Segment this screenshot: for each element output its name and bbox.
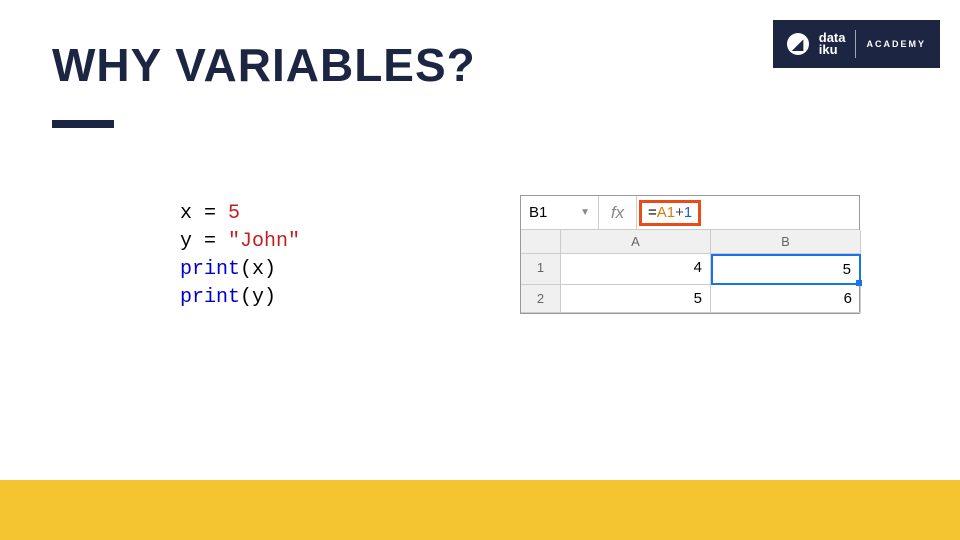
cell-b1: 5 [711, 254, 861, 285]
spreadsheet-example: B1 ▼ fx =A1+1 A B 1 4 5 2 5 6 [520, 195, 860, 314]
title-underline [52, 120, 114, 128]
slide-title: WHY VARIABLES? [52, 38, 476, 92]
brand-name: data iku [819, 32, 846, 55]
dropdown-icon: ▼ [580, 207, 590, 218]
code-example: x = 5 y = "John" print(x) print(y) [180, 200, 300, 312]
cell-a2: 5 [561, 285, 711, 313]
spreadsheet-toolbar: B1 ▼ fx =A1+1 [521, 196, 859, 230]
cell-b2: 6 [711, 285, 861, 313]
col-header-a: A [561, 230, 711, 254]
cell-reference-box: B1 ▼ [521, 196, 599, 229]
divider [855, 30, 856, 58]
bird-icon: ◢ [787, 33, 809, 55]
formula-bar: =A1+1 [639, 200, 701, 226]
spreadsheet-grid: A B 1 4 5 2 5 6 [521, 230, 859, 313]
brand-logo: ◢ data iku ACADEMY [773, 20, 940, 68]
row-header-1: 1 [521, 254, 561, 285]
corner-header [521, 230, 561, 254]
bottom-accent-bar [0, 480, 960, 540]
col-header-b: B [711, 230, 861, 254]
fx-icon: fx [599, 196, 637, 229]
cell-a1: 4 [561, 254, 711, 285]
row-header-2: 2 [521, 285, 561, 313]
academy-label: ACADEMY [866, 39, 926, 49]
